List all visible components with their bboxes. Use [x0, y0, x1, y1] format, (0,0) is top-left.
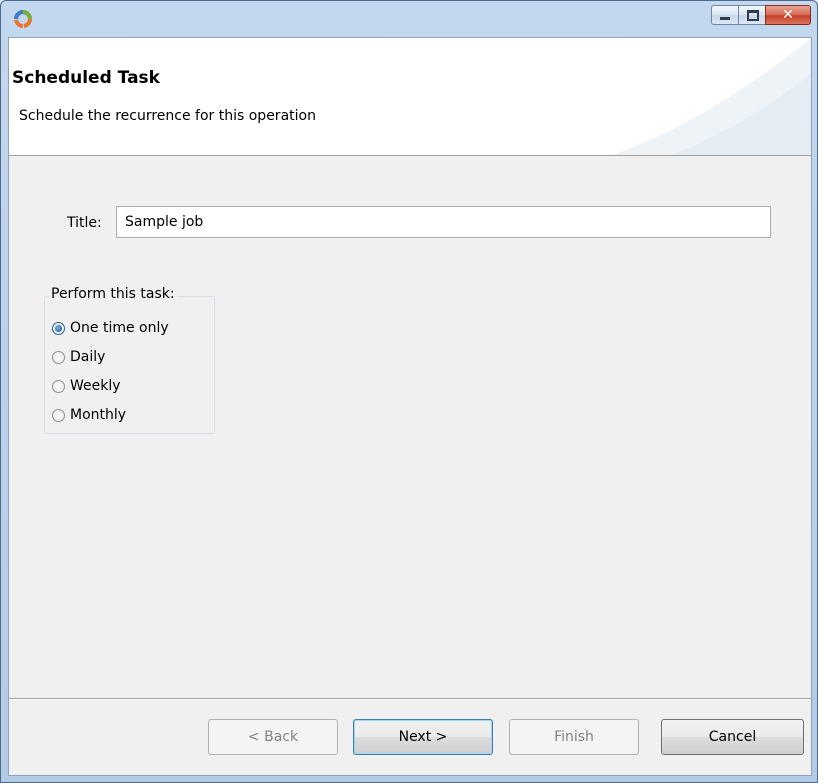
close-button[interactable]: ✕: [765, 5, 811, 25]
maximize-button[interactable]: [738, 5, 766, 25]
wizard-header: Scheduled Task Schedule the recurrence f…: [9, 38, 811, 156]
footer-divider-highlight: [9, 699, 811, 700]
dialog-client-area: Scheduled Task Schedule the recurrence f…: [8, 37, 812, 776]
radio-daily[interactable]: Daily: [52, 346, 105, 368]
radio-button-checked[interactable]: [52, 321, 65, 335]
recurrence-group-label: Perform this task:: [49, 286, 177, 302]
close-icon: ✕: [782, 7, 794, 23]
radio-label: Monthly: [70, 407, 127, 423]
title-bar[interactable]: ✕: [1, 1, 817, 37]
radio-button[interactable]: [52, 379, 65, 393]
cancel-button[interactable]: Cancel: [661, 719, 804, 755]
page-title: Scheduled Task: [12, 68, 160, 88]
back-button[interactable]: < Back: [208, 719, 338, 755]
next-button[interactable]: Next >: [353, 719, 493, 755]
radio-one-time-only[interactable]: One time only: [52, 317, 169, 339]
title-field-label: Title:: [67, 215, 102, 231]
app-logo-icon: [14, 10, 32, 28]
wizard-window: ✕ Scheduled Task Schedule the recurrence…: [0, 0, 818, 783]
radio-button[interactable]: [52, 408, 65, 422]
minimize-button[interactable]: [711, 5, 739, 25]
radio-label: Daily: [70, 349, 106, 365]
radio-weekly[interactable]: Weekly: [52, 375, 121, 397]
radio-button[interactable]: [52, 350, 65, 364]
page-description: Schedule the recurrence for this operati…: [19, 108, 316, 124]
radio-label: One time only: [70, 320, 169, 336]
radio-monthly[interactable]: Monthly: [52, 404, 126, 426]
title-input[interactable]: [116, 206, 771, 238]
banner-decoration: [611, 38, 811, 155]
radio-label: Weekly: [70, 378, 121, 394]
window-controls: ✕: [711, 5, 811, 27]
finish-button[interactable]: Finish: [509, 719, 639, 755]
